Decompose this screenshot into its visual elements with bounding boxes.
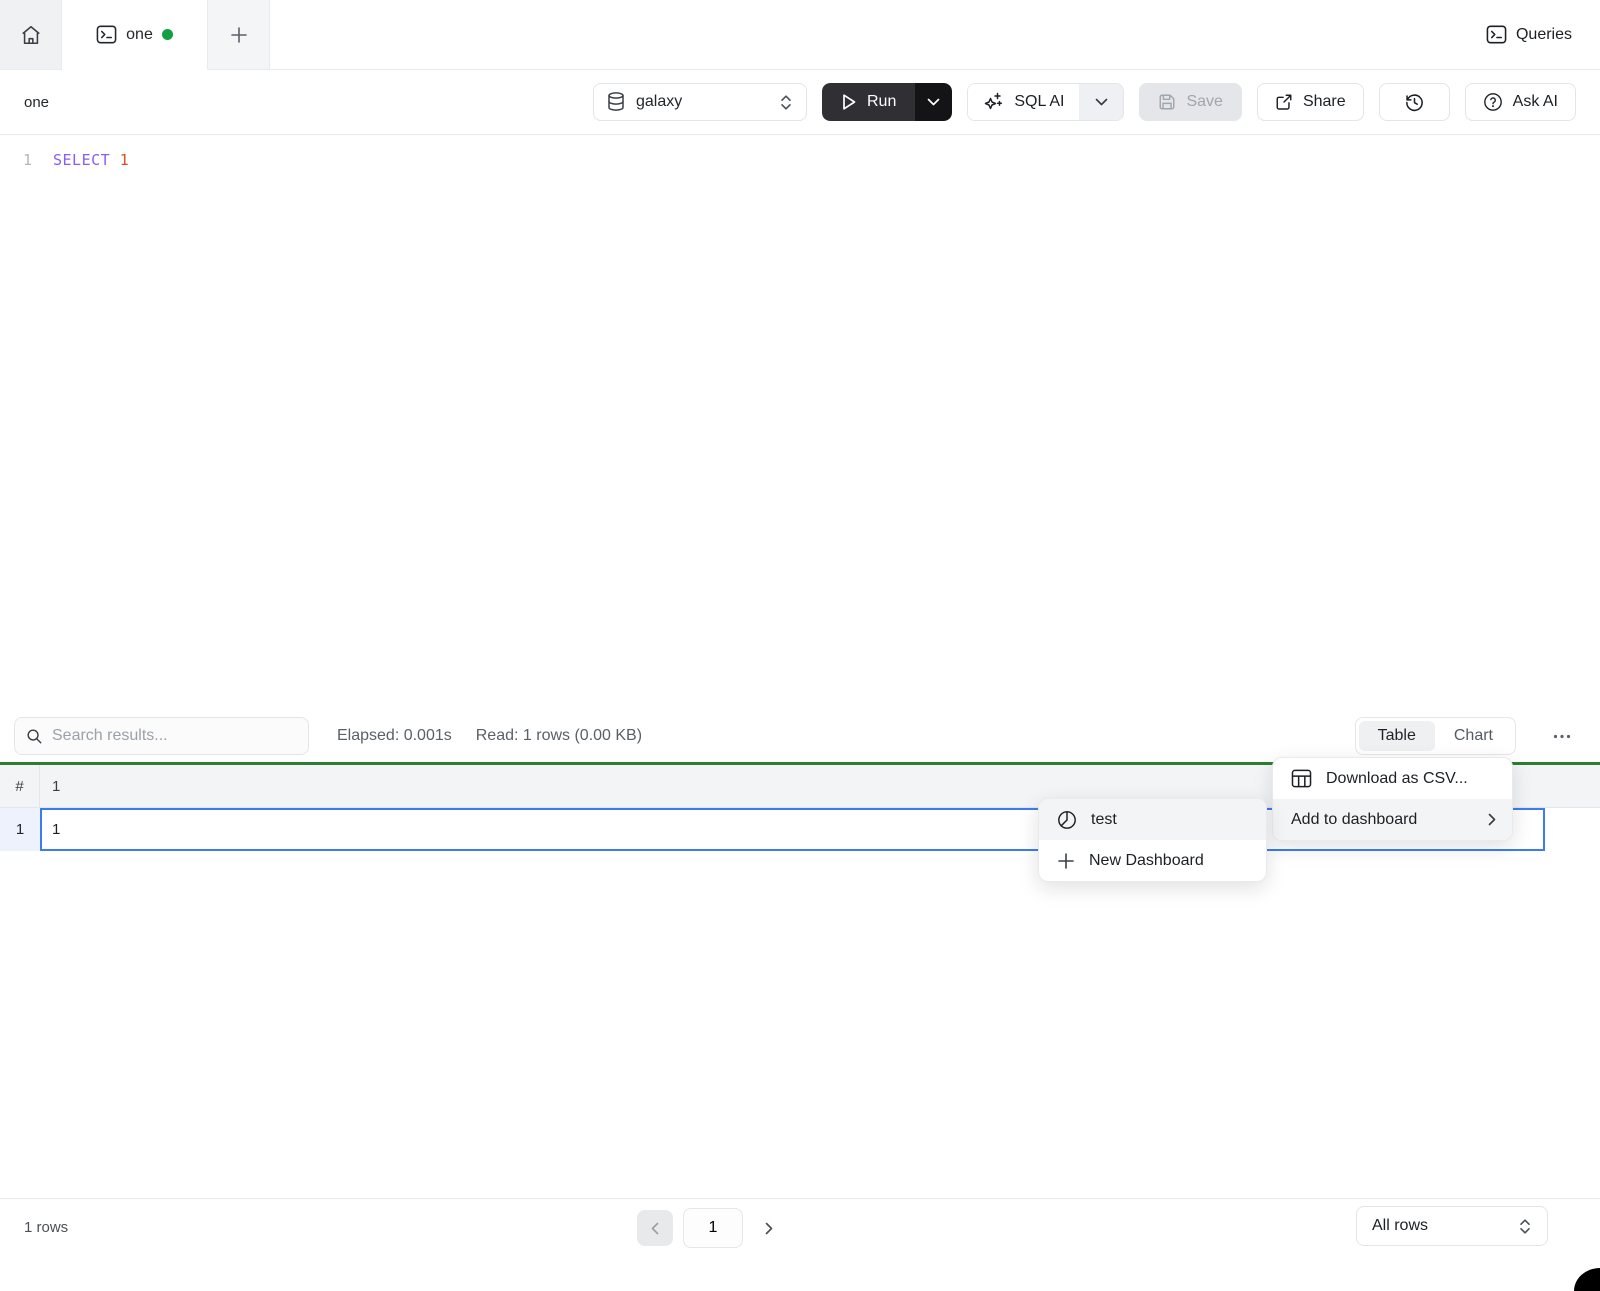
rows-count-label: 1 rows [24,1219,68,1236]
query-toolbar: one galaxy Run [0,70,1600,135]
tab-label: one [126,26,153,44]
sparkles-icon [983,92,1003,112]
tab-bar: one Queries [0,0,1600,70]
chevron-updown-icon [779,94,793,111]
save-icon [1158,93,1176,111]
terminal-icon [96,25,117,44]
menu-item-label: Download as CSV... [1326,770,1496,788]
tab-one[interactable]: one [62,0,208,70]
chevron-right-icon [765,1222,773,1235]
view-toggle-chart[interactable]: Chart [1435,721,1512,751]
table-grid-icon [1291,769,1312,788]
search-results-input[interactable] [52,727,297,745]
view-toggle: Table Chart [1355,717,1516,755]
share-icon [1275,93,1293,111]
search-results-box [14,717,309,755]
database-selected-value: galaxy [636,93,768,111]
run-button: Run [822,83,952,121]
home-button[interactable] [0,0,62,69]
rows-per-page-select[interactable]: All rows [1356,1206,1548,1246]
plus-icon [229,25,249,45]
history-button[interactable] [1379,83,1450,121]
dashboard-submenu: test New Dashboard [1038,798,1267,882]
sql-ai-label: SQL AI [1014,93,1064,111]
code-line: 1 SELECT 1 [0,149,1600,171]
save-label: Save [1186,93,1222,111]
results-context-menu: Download as CSV... Add to dashboard [1272,757,1513,841]
home-icon [20,24,42,46]
current-page-button[interactable]: 1 [683,1208,743,1248]
share-button[interactable]: Share [1257,83,1364,121]
run-options-dropdown[interactable] [915,83,952,121]
next-page-button[interactable] [753,1210,785,1246]
row-index-cell[interactable]: 1 [0,808,40,851]
submenu-item-label: New Dashboard [1089,852,1250,870]
chevron-down-icon [927,98,940,106]
results-more-button[interactable] [1544,734,1580,739]
read-stat: Read: 1 rows (0.00 KB) [476,727,642,745]
unsaved-changes-dot [162,29,173,40]
queries-label: Queries [1516,26,1572,44]
sql-number-literal: 1 [120,151,130,169]
menu-item-download-csv[interactable]: Download as CSV... [1273,758,1512,799]
history-icon [1404,92,1425,113]
line-number: 1 [0,149,32,171]
previous-page-button[interactable] [637,1210,673,1246]
results-toolbar: Elapsed: 0.001s Read: 1 rows (0.00 KB) T… [0,710,1600,762]
plus-icon [1057,852,1075,870]
submenu-item-test[interactable]: test [1039,799,1266,840]
sql-ai-button: SQL AI [967,83,1124,121]
help-circle-icon [1483,92,1503,112]
new-tab-button[interactable] [208,0,270,69]
rows-per-page-value: All rows [1372,1217,1508,1235]
chevron-down-icon [1095,98,1108,106]
queries-button[interactable]: Queries [1486,0,1572,69]
query-title: one [24,94,578,111]
sql-keyword: SELECT [53,151,110,169]
submenu-item-label: test [1091,811,1250,829]
chevron-updown-icon [1518,1218,1532,1235]
footer-row: 1 rows 1 All rows [24,1205,1576,1249]
elapsed-stat: Elapsed: 0.001s [337,727,452,745]
sql-console-page: one Queries one galaxy [0,0,1600,1291]
database-select[interactable]: galaxy [593,83,807,121]
database-icon [607,92,625,112]
terminal-icon [1486,25,1507,44]
run-button-main[interactable]: Run [822,83,915,121]
view-toggle-table[interactable]: Table [1359,721,1435,751]
results-footer: 1 rows 1 All rows [0,1198,1600,1291]
submenu-item-new-dashboard[interactable]: New Dashboard [1039,840,1266,881]
search-icon [26,728,43,745]
ask-ai-label: Ask AI [1513,93,1558,111]
tab-bar-spacer [270,0,1486,69]
menu-item-label: Add to dashboard [1291,811,1474,829]
chevron-right-icon [1488,813,1496,826]
row-index-header: # [0,765,40,807]
code-text: SELECT 1 [32,149,129,171]
sql-ai-dropdown[interactable] [1079,84,1123,120]
ellipsis-icon [1553,734,1571,739]
sql-ai-button-main[interactable]: SQL AI [968,84,1079,120]
play-icon [841,93,857,111]
pagination: 1 [637,1208,785,1248]
run-label: Run [867,93,896,111]
menu-item-add-to-dashboard[interactable]: Add to dashboard [1273,799,1512,840]
ask-ai-button[interactable]: Ask AI [1465,83,1576,121]
sql-editor[interactable]: 1 SELECT 1 [0,135,1600,710]
save-button[interactable]: Save [1139,83,1241,121]
pie-chart-icon [1057,810,1077,830]
share-label: Share [1303,93,1346,111]
chevron-left-icon [651,1222,659,1235]
